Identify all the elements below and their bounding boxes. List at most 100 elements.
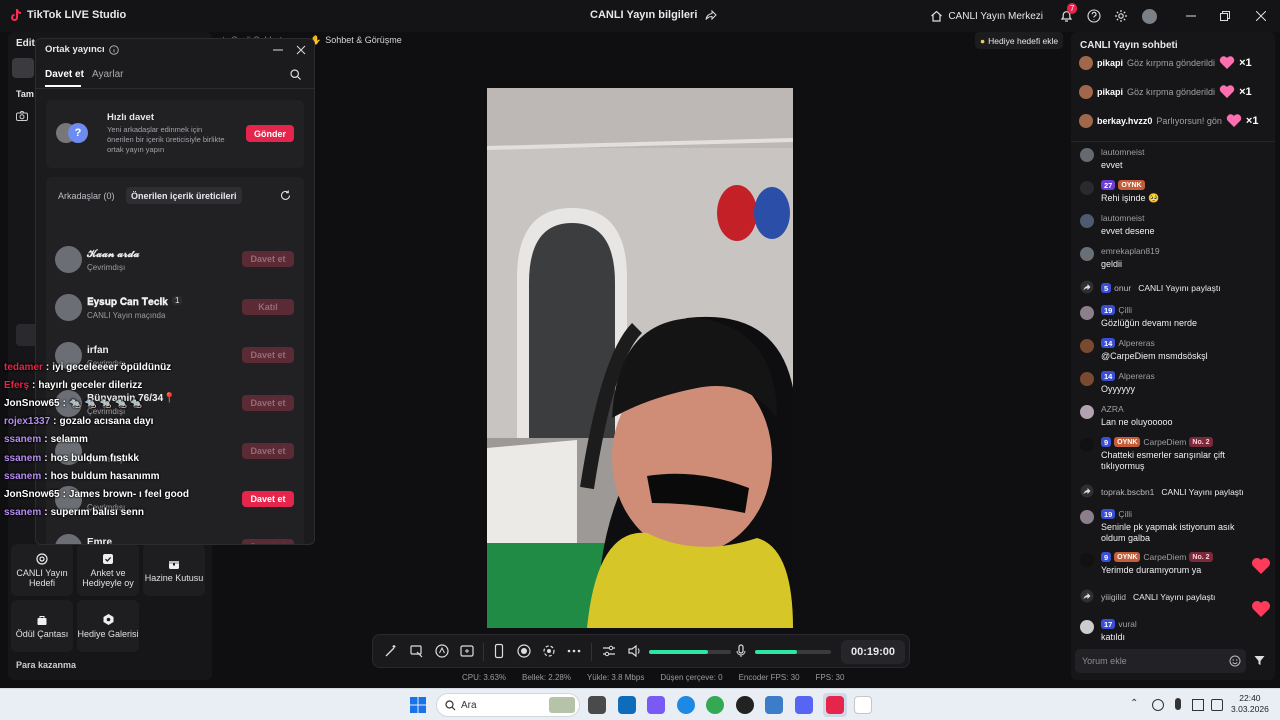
edge-icon[interactable] [677,696,695,714]
avatar[interactable] [1080,405,1094,419]
close-window-button[interactable] [1242,0,1280,32]
mic-slider[interactable] [755,650,831,654]
filter-icon[interactable] [1254,655,1265,666]
chat-username[interactable]: CarpeDiem [1143,437,1186,447]
settings-app-icon[interactable] [765,696,783,714]
clock[interactable]: 22:40 3.03.2026 [1231,693,1269,715]
comment-input[interactable]: Yorum ekle [1075,649,1246,673]
live-video-preview[interactable] [487,88,793,628]
chat-username[interactable]: CarpeDiem [1143,552,1186,562]
windows-start-icon[interactable] [410,697,426,713]
record-icon[interactable] [516,643,532,659]
dropped-frames-stat: Düşen çerçeve: 0 [660,673,723,682]
magic-wand-icon[interactable] [383,643,399,659]
maximize-button[interactable] [1208,0,1242,32]
speaker-icon[interactable] [627,643,643,659]
tool-treasure-box[interactable]: Hazine Kutusu [143,544,205,596]
microphone-icon[interactable] [733,643,749,659]
effects-icon[interactable] [434,643,450,659]
refresh-icon[interactable] [280,190,291,201]
chat-username[interactable]: vural [1118,619,1136,629]
layout-icon[interactable] [409,643,425,659]
file-explorer-icon[interactable] [588,696,606,714]
chat-username[interactable]: lautomneist [1101,213,1144,223]
add-source-icon[interactable] [459,643,475,659]
notifications-button[interactable]: 7 [1053,0,1080,32]
edit-tab[interactable] [12,58,34,78]
invite-button[interactable]: Davet et [242,251,294,267]
audio-mixer-icon[interactable] [601,643,617,659]
more-icon[interactable] [566,643,582,659]
tool-gift-gallery[interactable]: Hediye Galerisi [77,600,139,652]
invite-button[interactable]: Davet et [242,539,294,544]
notepad-icon[interactable] [854,696,872,714]
live-center-button[interactable]: CANLI Yayın Merkezi [920,0,1053,32]
profile-avatar-button[interactable] [1134,0,1164,32]
avatar[interactable] [1080,438,1094,452]
tab-recommended[interactable]: Önerilen içerik üreticileri [126,187,242,204]
tool-live-goal[interactable]: CANLI Yayın Hedefi [11,544,73,596]
overlay-chat-line: JonSnow65: 🐀 🐀 🐀 🐀 🐀 [4,394,204,412]
mic-tray-icon[interactable] [1175,698,1181,710]
live-info-title[interactable]: CANLI Yayın bilgileri [590,9,718,21]
camera-icon[interactable] [16,111,28,121]
network-icon[interactable] [1152,699,1164,711]
tiktok-live-icon[interactable] [826,696,844,714]
join-button[interactable]: Katıl [242,299,294,315]
settings-button[interactable] [1107,0,1134,32]
avatar[interactable] [1080,214,1094,228]
avatar[interactable] [1080,247,1094,261]
chat-message: emrekaplan819 geldii [1080,245,1268,275]
wifi-icon[interactable] [1192,699,1204,711]
send-invite-button[interactable]: Gönder [246,125,294,142]
chat-call-chip[interactable]: ✋ Sohbet & Görüşme [310,33,402,47]
avatar[interactable] [1080,553,1094,567]
invite-button[interactable]: Davet et [242,443,294,459]
outlook-icon[interactable] [618,696,636,714]
gift-goal-button[interactable]: ● Hediye hedefi ekle [975,32,1064,49]
popup-minimize-icon[interactable] [273,49,283,51]
avatar[interactable] [1080,510,1094,524]
app-icon[interactable] [736,696,754,714]
volume-slider[interactable] [649,650,731,654]
chat-username[interactable]: AZRA [1101,404,1124,414]
chat-username[interactable]: Alpereras [1118,338,1154,348]
phone-icon[interactable] [491,643,507,659]
tab-friends[interactable]: Arkadaşlar (0) [58,191,115,201]
taskbar-search[interactable]: Ara [436,693,580,717]
discord-icon[interactable] [795,696,813,714]
invite-button[interactable]: Davet et [242,395,294,411]
info-icon[interactable] [108,44,119,55]
volume-tray-icon[interactable] [1211,699,1223,711]
tab-settings[interactable]: Ayarlar [92,69,124,80]
chat-username[interactable]: lautomneist [1101,147,1144,157]
invite-button[interactable]: Davet et [242,491,294,507]
copilot-icon[interactable] [647,696,665,714]
avatar[interactable] [1080,181,1094,195]
avatar[interactable] [1080,148,1094,162]
tool-reward-bag[interactable]: Ödül Çantası [11,600,73,652]
chat-username[interactable]: Çilli [1118,509,1132,519]
chat-username[interactable]: emrekaplan819 [1101,246,1160,256]
avatar[interactable] [1080,339,1094,353]
popup-close-icon[interactable] [296,45,306,55]
chat-username[interactable]: yiiigilid [1101,592,1126,602]
emoji-icon[interactable] [1229,655,1241,667]
invite-button[interactable]: Davet et [242,347,294,363]
tool-poll[interactable]: Anket ve Hediyeyle oy [77,544,139,596]
avatar[interactable] [1080,372,1094,386]
chat-username[interactable]: Alpereras [1118,371,1154,381]
chat-username[interactable]: Çilli [1118,305,1132,315]
tab-invite[interactable]: Davet et [45,69,84,80]
chrome-icon[interactable] [706,696,724,714]
help-button[interactable] [1080,0,1107,32]
search-icon[interactable] [290,69,301,80]
chevron-up-icon[interactable]: ⌃ [1130,698,1138,709]
minimize-button[interactable] [1174,0,1208,32]
avatar[interactable] [1080,306,1094,320]
chat-username[interactable]: toprak.bscbn1 [1101,487,1154,497]
screenshot-icon[interactable] [541,643,557,659]
chat-text: Yerimde duramıyorum ya [1101,565,1202,575]
chat-username[interactable]: onur [1114,283,1131,293]
avatar[interactable] [1080,620,1094,634]
